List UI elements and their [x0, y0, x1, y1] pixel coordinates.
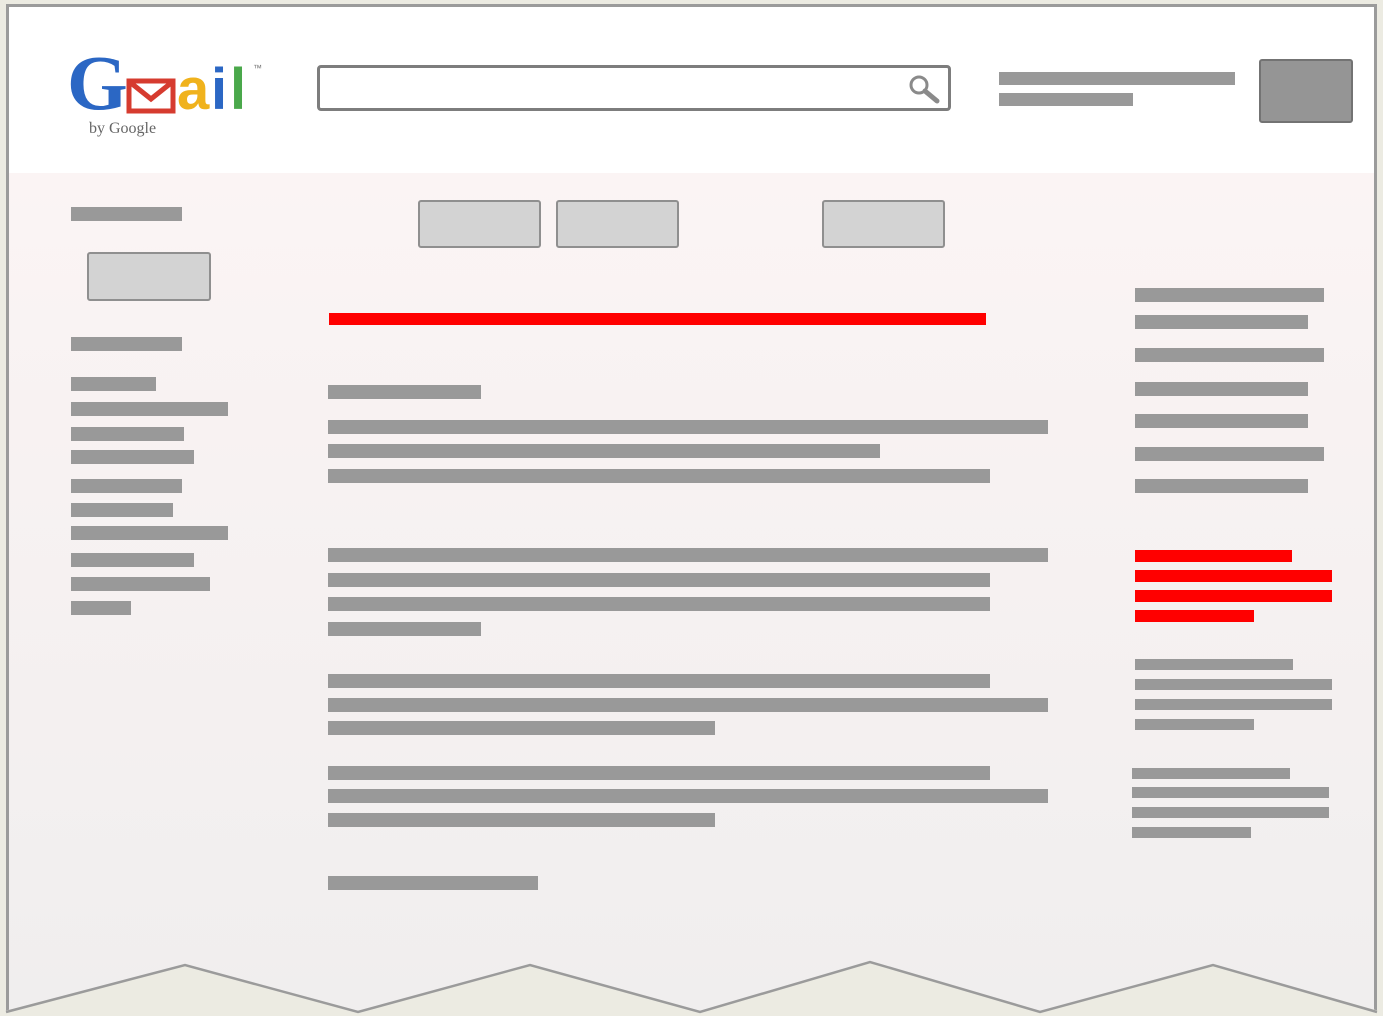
- torn-edge: [0, 960, 1383, 1016]
- wireframe-window: G a i l ™ by Google: [0, 0, 1383, 1016]
